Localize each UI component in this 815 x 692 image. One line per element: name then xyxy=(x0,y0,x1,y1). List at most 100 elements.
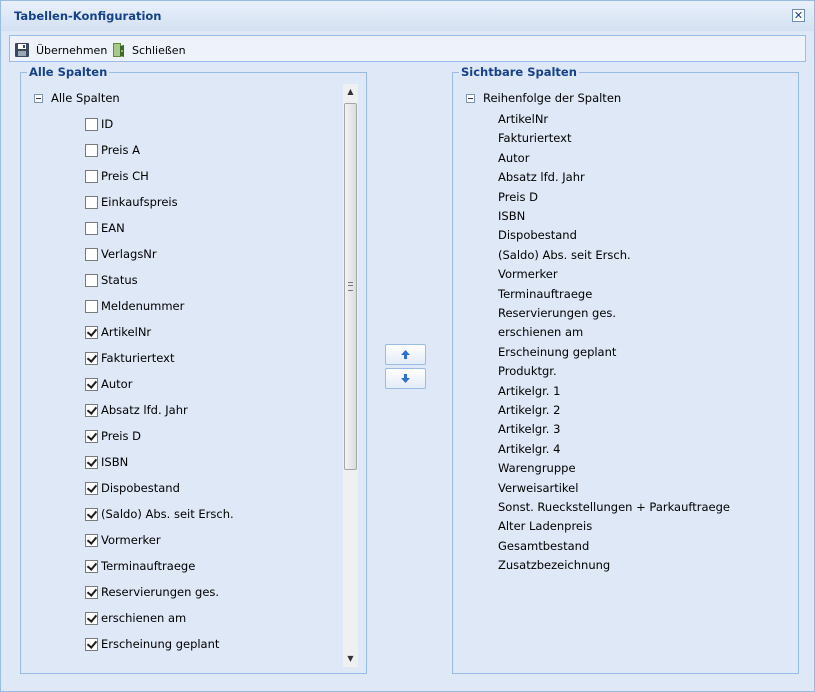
column-label: Preis CH xyxy=(101,169,149,183)
column-checkbox[interactable] xyxy=(85,247,98,261)
column-checkbox[interactable] xyxy=(85,325,98,339)
column-list-item[interactable]: Terminauftraege xyxy=(85,558,195,574)
column-label: (Saldo) Abs. seit Ersch. xyxy=(101,507,234,521)
ordered-column-item[interactable]: Terminauftraege xyxy=(498,287,592,301)
scroll-thumb[interactable] xyxy=(344,103,357,470)
column-checkbox[interactable] xyxy=(85,611,98,625)
arrow-down-icon xyxy=(401,374,410,383)
ordered-column-item[interactable]: Erscheinung geplant xyxy=(498,345,616,359)
column-list-item[interactable]: Preis A xyxy=(85,142,140,158)
ordered-column-item[interactable]: ISBN xyxy=(498,209,525,223)
ordered-column-item[interactable]: Verweisartikel xyxy=(498,481,578,495)
scroll-down-icon[interactable]: ▼ xyxy=(343,651,358,667)
ordered-column-item[interactable]: Dispobestand xyxy=(498,228,577,242)
ordered-column-item[interactable]: Artikelgr. 1 xyxy=(498,384,560,398)
column-checkbox[interactable] xyxy=(85,273,98,287)
column-checkbox[interactable] xyxy=(85,585,98,599)
column-checkbox[interactable] xyxy=(85,455,98,469)
scroll-up-icon[interactable]: ▲ xyxy=(343,84,358,100)
column-label: ISBN xyxy=(101,455,129,469)
ordered-column-item[interactable]: ArtikelNr xyxy=(498,112,548,126)
visible-columns-legend: Sichtbare Spalten xyxy=(461,65,577,79)
column-order-root[interactable]: Reihenfolge der Spalten xyxy=(466,91,621,105)
column-list-item[interactable]: Meldenummer xyxy=(85,298,184,314)
column-list-item[interactable]: VerlagsNr xyxy=(85,246,157,262)
ordered-column-item[interactable]: Gesamtbestand xyxy=(498,539,589,553)
column-checkbox[interactable] xyxy=(85,195,98,209)
ordered-column-item[interactable]: Sonst. Rueckstellungen + Parkauftraege xyxy=(498,500,730,514)
collapse-icon[interactable] xyxy=(34,93,43,103)
ordered-column-item[interactable]: Autor xyxy=(498,151,529,165)
column-list-item[interactable]: (Saldo) Abs. seit Ersch. xyxy=(85,506,234,522)
column-checkbox[interactable] xyxy=(85,143,98,157)
column-list-item[interactable]: Absatz lfd. Jahr xyxy=(85,402,188,418)
exit-door-icon xyxy=(113,43,124,57)
ordered-column-item[interactable]: Artikelgr. 2 xyxy=(498,403,560,417)
column-list-item[interactable]: EAN xyxy=(85,220,125,236)
column-label: Vormerker xyxy=(101,533,161,547)
scrollbar[interactable]: ▲ ▼ xyxy=(343,84,358,667)
move-down-button[interactable] xyxy=(385,368,426,389)
all-columns-root[interactable]: Alle Spalten xyxy=(34,91,120,105)
ordered-column-item[interactable]: Vormerker xyxy=(498,267,558,281)
column-checkbox[interactable] xyxy=(85,299,98,313)
all-columns-legend: Alle Spalten xyxy=(29,65,108,79)
column-list-item[interactable]: Preis CH xyxy=(85,168,149,184)
column-checkbox[interactable] xyxy=(85,429,98,443)
column-label: Status xyxy=(101,273,138,287)
all-columns-panel: Alle Spalten xyxy=(20,65,367,674)
ordered-column-item[interactable]: Zusatzbezeichnung xyxy=(498,558,610,572)
move-up-button[interactable] xyxy=(385,344,426,365)
apply-button[interactable]: Übernehmen xyxy=(14,42,107,58)
ordered-column-item[interactable]: Warengruppe xyxy=(498,461,576,475)
toolbar: Übernehmen Schließen xyxy=(9,35,806,62)
column-checkbox[interactable] xyxy=(85,117,98,131)
column-checkbox[interactable] xyxy=(85,637,98,651)
column-checkbox[interactable] xyxy=(85,221,98,235)
column-checkbox[interactable] xyxy=(85,351,98,365)
ordered-column-item[interactable]: Preis D xyxy=(498,190,538,204)
column-list-item[interactable]: erschienen am xyxy=(85,610,186,626)
all-columns-root-label: Alle Spalten xyxy=(51,91,120,105)
title-bar[interactable]: Tabellen-Konfiguration ✕ xyxy=(1,1,814,31)
ordered-column-item[interactable]: Artikelgr. 3 xyxy=(498,422,560,436)
column-checkbox[interactable] xyxy=(85,559,98,573)
column-list-item[interactable]: Fakturiertext xyxy=(85,350,175,366)
ordered-column-item[interactable]: Produktgr. xyxy=(498,364,557,378)
column-list-item[interactable]: Vormerker xyxy=(85,532,161,548)
close-button[interactable]: Schließen xyxy=(112,42,186,58)
ordered-column-item[interactable]: Fakturiertext xyxy=(498,131,572,145)
column-list-item[interactable]: Status xyxy=(85,272,138,288)
column-list-item[interactable]: Preis D xyxy=(85,428,141,444)
ordered-column-item[interactable]: erschienen am xyxy=(498,325,583,339)
column-list-item[interactable]: ArtikelNr xyxy=(85,324,151,340)
column-checkbox[interactable] xyxy=(85,403,98,417)
column-checkbox[interactable] xyxy=(85,507,98,521)
column-list-item[interactable]: Autor xyxy=(85,376,132,392)
collapse-icon[interactable] xyxy=(466,93,475,103)
dialog-window: Tabellen-Konfiguration ✕ Übernehmen Schl… xyxy=(0,0,815,692)
ordered-column-item[interactable]: Reservierungen ges. xyxy=(498,306,616,320)
column-checkbox[interactable] xyxy=(85,533,98,547)
column-label: Preis D xyxy=(101,429,141,443)
column-list-item[interactable]: Dispobestand xyxy=(85,480,180,496)
column-checkbox[interactable] xyxy=(85,481,98,495)
column-checkbox[interactable] xyxy=(85,169,98,183)
column-label: VerlagsNr xyxy=(101,247,157,261)
column-checkbox[interactable] xyxy=(85,377,98,391)
column-order-root-label: Reihenfolge der Spalten xyxy=(483,91,622,105)
close-icon[interactable]: ✕ xyxy=(792,9,805,22)
ordered-column-item[interactable]: Alter Ladenpreis xyxy=(498,519,592,533)
column-list-item[interactable]: Einkaufspreis xyxy=(85,194,178,210)
ordered-column-item[interactable]: Absatz lfd. Jahr xyxy=(498,170,585,184)
column-label: Fakturiertext xyxy=(101,351,175,365)
ordered-column-item[interactable]: (Saldo) Abs. seit Ersch. xyxy=(498,248,631,262)
column-list-item[interactable]: Reservierungen ges. xyxy=(85,584,219,600)
column-label: Autor xyxy=(101,377,133,391)
column-list-item[interactable]: ID xyxy=(85,116,113,132)
column-list-item[interactable]: Erscheinung geplant xyxy=(85,636,219,652)
apply-button-label: Übernehmen xyxy=(36,43,108,57)
column-list-item[interactable]: ISBN xyxy=(85,454,128,470)
ordered-column-item[interactable]: Artikelgr. 4 xyxy=(498,442,560,456)
column-label: Meldenummer xyxy=(101,299,185,313)
